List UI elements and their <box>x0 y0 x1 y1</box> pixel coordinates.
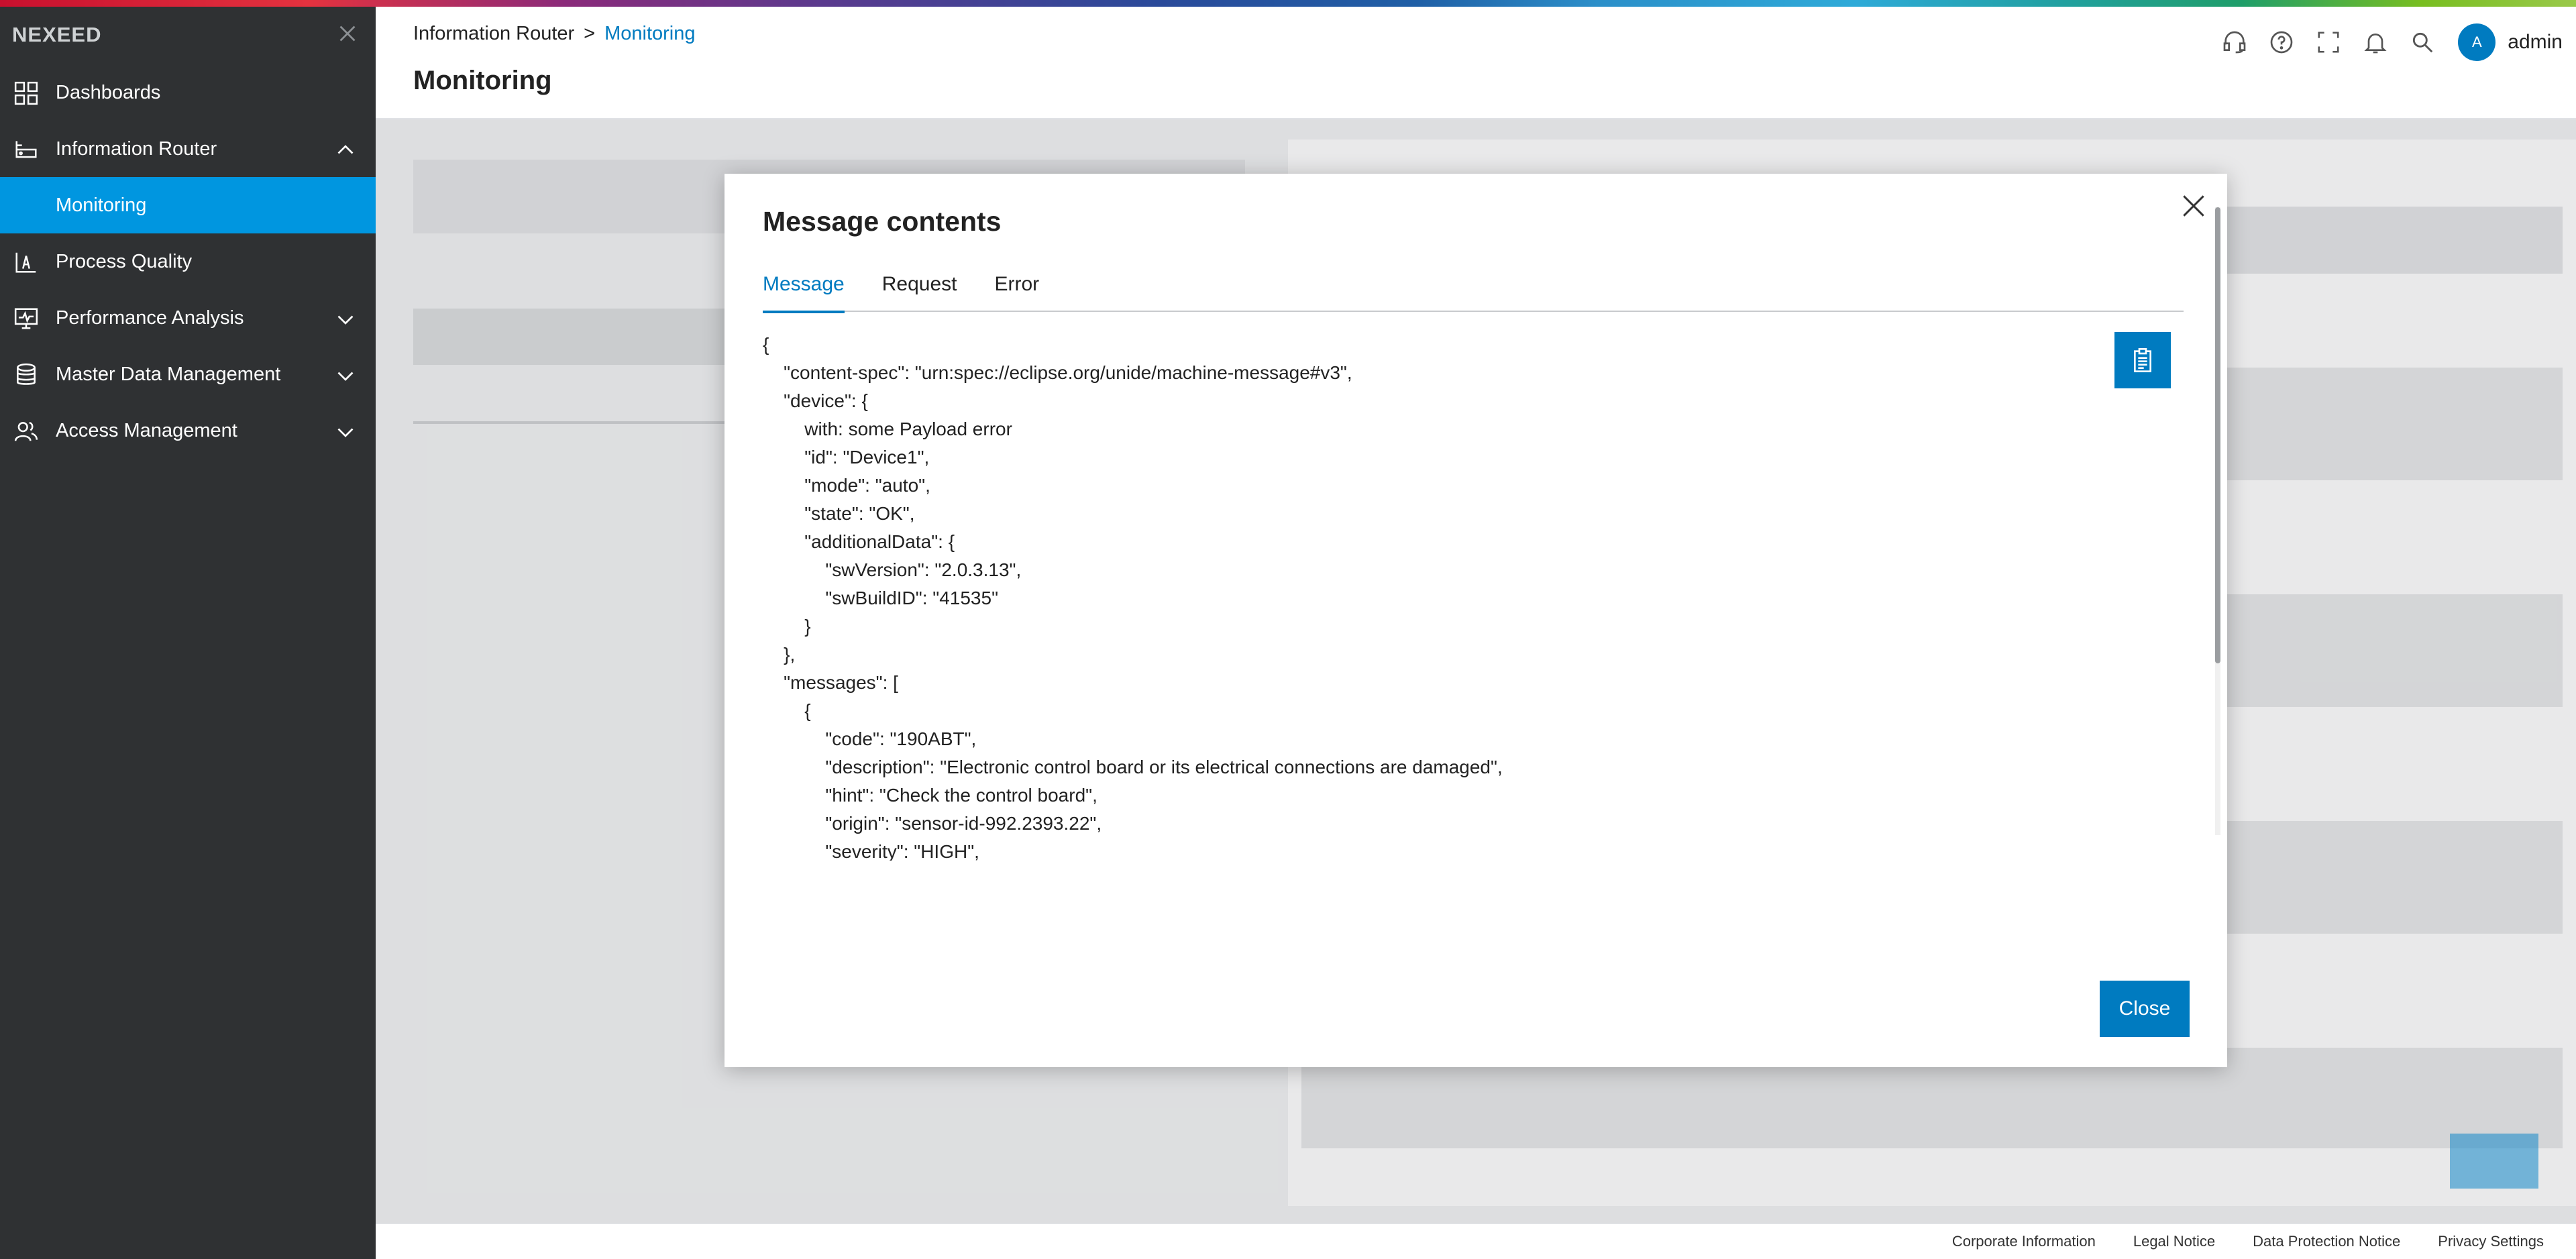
brand-logo: NEXEED <box>12 23 102 46</box>
footer-link-privacy-settings[interactable]: Privacy Settings <box>2438 1233 2544 1250</box>
close-button[interactable]: Close <box>2100 981 2190 1037</box>
sidebar-item-label: Access Management <box>56 419 237 441</box>
tab-message[interactable]: Message <box>763 265 845 313</box>
sidebar-item-access-management[interactable]: Access Management <box>0 402 376 459</box>
footer-link-data-protection-notice[interactable]: Data Protection Notice <box>2253 1233 2400 1250</box>
sidebar-item-monitoring[interactable]: Monitoring <box>0 177 376 233</box>
footer-link-legal-notice[interactable]: Legal Notice <box>2133 1233 2215 1250</box>
chevron-down-icon <box>337 428 354 437</box>
sidebar-item-master-data-management[interactable]: Master Data Management <box>0 346 376 402</box>
message-json-content: { "content-spec": "urn:spec://eclipse.or… <box>763 334 1503 861</box>
toolbar-icons: A admin <box>2211 20 2563 64</box>
tab-error[interactable]: Error <box>994 265 1039 312</box>
sidebar-item-dashboards[interactable]: Dashboards <box>0 64 376 121</box>
breadcrumb: Information Router > Monitoring <box>413 23 696 45</box>
sidebar-item-label: Performance Analysis <box>56 307 244 329</box>
footer: Corporate Information Legal Notice Data … <box>376 1223 2576 1259</box>
copy-to-clipboard-button[interactable] <box>2114 332 2171 388</box>
top-bar: Information Router > Monitoring Monitori… <box>376 7 2576 119</box>
breadcrumb-separator: > <box>584 23 596 44</box>
database-icon <box>17 363 36 385</box>
dialog-tabs: Message Request Error <box>763 265 2184 313</box>
sidebar-item-label: Master Data Management <box>56 363 281 385</box>
sidebar-item-label: Information Router <box>56 138 217 160</box>
sidebar-item-label: Monitoring <box>56 194 147 216</box>
sidebar-item-performance-analysis[interactable]: Performance Analysis <box>0 290 376 346</box>
user-name[interactable]: admin <box>2508 31 2563 54</box>
sidebar-item-label: Process Quality <box>56 250 193 272</box>
performance-monitor-icon <box>14 308 38 329</box>
dialog-title: Message contents <box>763 206 1002 237</box>
router-icon <box>15 141 37 158</box>
dialog-scrollbar[interactable] <box>2215 207 2220 835</box>
search-icon[interactable] <box>2399 20 2446 64</box>
users-icon <box>14 422 38 441</box>
dashboard-grid-icon <box>14 81 38 105</box>
sidebar-item-process-quality[interactable]: Process Quality <box>0 233 376 290</box>
clipboard-icon <box>2134 348 2151 372</box>
chevron-up-icon <box>337 145 354 154</box>
scrollbar-thumb[interactable] <box>2215 207 2220 663</box>
sidebar-item-label: Dashboards <box>56 81 161 103</box>
message-contents-dialog: Message contents Message Request Error {… <box>724 174 2227 1067</box>
process-quality-icon <box>15 252 36 273</box>
chevron-down-icon <box>337 315 354 325</box>
avatar[interactable]: A <box>2458 23 2496 61</box>
page-title: Monitoring <box>413 66 552 95</box>
tab-request[interactable]: Request <box>882 265 957 312</box>
breadcrumb-current[interactable]: Monitoring <box>604 23 695 45</box>
sidebar-item-information-router[interactable]: Information Router <box>0 121 376 177</box>
close-sidebar-icon[interactable] <box>335 21 360 46</box>
fullscreen-icon[interactable] <box>2305 20 2352 64</box>
footer-link-corporate-information[interactable]: Corporate Information <box>1952 1233 2096 1250</box>
brand-color-bar <box>0 0 2576 7</box>
notifications-bell-icon[interactable] <box>2352 20 2399 64</box>
help-icon[interactable] <box>2258 20 2305 64</box>
sidebar: NEXEED Dashboards Information Router Mon… <box>0 7 376 1259</box>
support-headset-icon[interactable] <box>2211 20 2258 64</box>
close-icon[interactable] <box>2179 191 2208 221</box>
breadcrumb-parent[interactable]: Information Router <box>413 23 574 45</box>
chevron-down-icon <box>337 372 354 381</box>
